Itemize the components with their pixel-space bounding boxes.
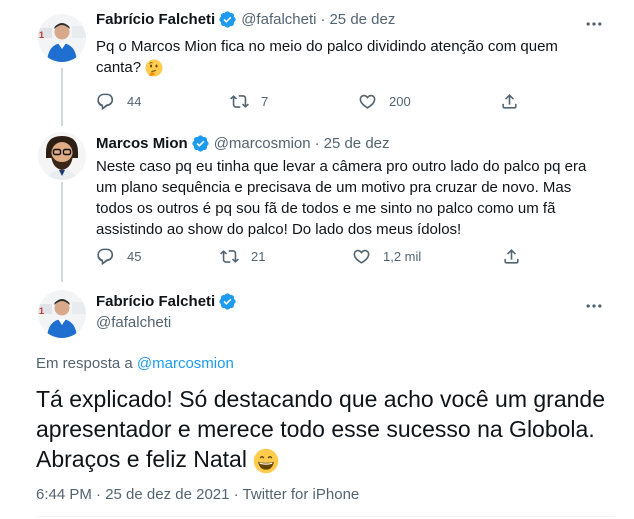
- tweet-actions: 45 21 1,2 mil: [96, 247, 526, 267]
- focused-author-handle-row: @fafalcheti: [96, 314, 171, 331]
- share-icon: [502, 94, 517, 109]
- heart-icon: [359, 94, 376, 109]
- svg-text:1: 1: [39, 30, 44, 40]
- separator-dot: ·: [320, 11, 326, 28]
- reply-count: 44: [127, 94, 142, 109]
- tweet-time[interactable]: 25 de dez: [324, 135, 390, 152]
- tweet-2[interactable]: Marcos Mion @marcosmion · 25 de dez Nest…: [0, 126, 634, 280]
- reply-context: Em resposta a @marcosmion: [36, 355, 234, 372]
- svg-text:1: 1: [39, 306, 44, 316]
- reply-button[interactable]: 45: [96, 247, 141, 266]
- avatar-image: 1: [38, 14, 86, 62]
- tweet-1[interactable]: 1 Fabrício Falcheti @fafalcheti · 25 de …: [0, 0, 634, 126]
- tweet-time[interactable]: 25 de dez: [329, 11, 395, 28]
- author-name[interactable]: Fabrício Falcheti: [96, 293, 215, 310]
- avatar[interactable]: [38, 132, 86, 180]
- like-count: 1,2 mil: [383, 249, 422, 264]
- author-handle[interactable]: @fafalcheti: [241, 11, 316, 28]
- retweet-button[interactable]: 7: [230, 92, 268, 111]
- author-name[interactable]: Marcos Mion: [96, 135, 188, 152]
- like-count: 200: [389, 94, 411, 109]
- reply-icon: [97, 248, 114, 265]
- focused-tweet-text: Tá explicado! Só destacando que acho voc…: [36, 386, 605, 474]
- avatar-image: [38, 132, 86, 180]
- share-button[interactable]: [502, 247, 521, 266]
- retweet-icon: [220, 250, 239, 263]
- share-icon: [504, 249, 519, 264]
- avatar[interactable]: 1: [38, 290, 86, 338]
- retweet-count: 7: [261, 94, 269, 109]
- like-button[interactable]: 200: [358, 92, 411, 111]
- like-button[interactable]: 1,2 mil: [352, 247, 421, 266]
- more-options-icon[interactable]: [584, 296, 604, 316]
- tweet-actions: 44 7 200: [96, 92, 526, 112]
- verified-badge-icon: [219, 293, 236, 310]
- grinning-face-icon: [254, 448, 279, 474]
- more-options-icon[interactable]: [584, 14, 604, 34]
- reply-count: 45: [127, 249, 142, 264]
- retweet-count: 21: [251, 249, 266, 264]
- thinking-face-icon: [145, 59, 163, 77]
- author-handle[interactable]: @marcosmion: [214, 135, 311, 152]
- tweet-timestamp[interactable]: 6:44 PM · 25 de dez de 2021 · Twitter fo…: [36, 486, 359, 503]
- share-button[interactable]: [500, 92, 519, 111]
- tweet-header: Marcos Mion @marcosmion · 25 de dez: [96, 134, 390, 153]
- divider: [36, 516, 614, 517]
- retweet-icon: [230, 95, 249, 108]
- reply-handle-link[interactable]: @marcosmion: [137, 355, 234, 372]
- author-name[interactable]: Fabrício Falcheti: [96, 11, 215, 28]
- verified-badge-icon: [219, 11, 236, 28]
- tweet-header: Fabrício Falcheti @fafalcheti · 25 de de…: [96, 10, 395, 29]
- heart-icon: [353, 249, 370, 264]
- reply-icon: [97, 93, 114, 110]
- verified-badge-icon: [192, 135, 209, 152]
- avatar[interactable]: 1: [38, 14, 86, 62]
- author-handle[interactable]: @fafalcheti: [96, 314, 171, 331]
- retweet-button[interactable]: 21: [220, 247, 265, 266]
- separator-dot: ·: [314, 135, 320, 152]
- reply-prefix: Em resposta a: [36, 355, 133, 372]
- focused-author-name-row: Fabrício Falcheti: [96, 292, 241, 311]
- tweet-text: Neste caso pq eu tinha que levar a câmer…: [96, 158, 587, 238]
- reply-button[interactable]: 44: [96, 92, 141, 111]
- avatar-image: 1: [38, 290, 86, 338]
- tweet-text: Pq o Marcos Mion fica no meio do palco d…: [96, 38, 558, 77]
